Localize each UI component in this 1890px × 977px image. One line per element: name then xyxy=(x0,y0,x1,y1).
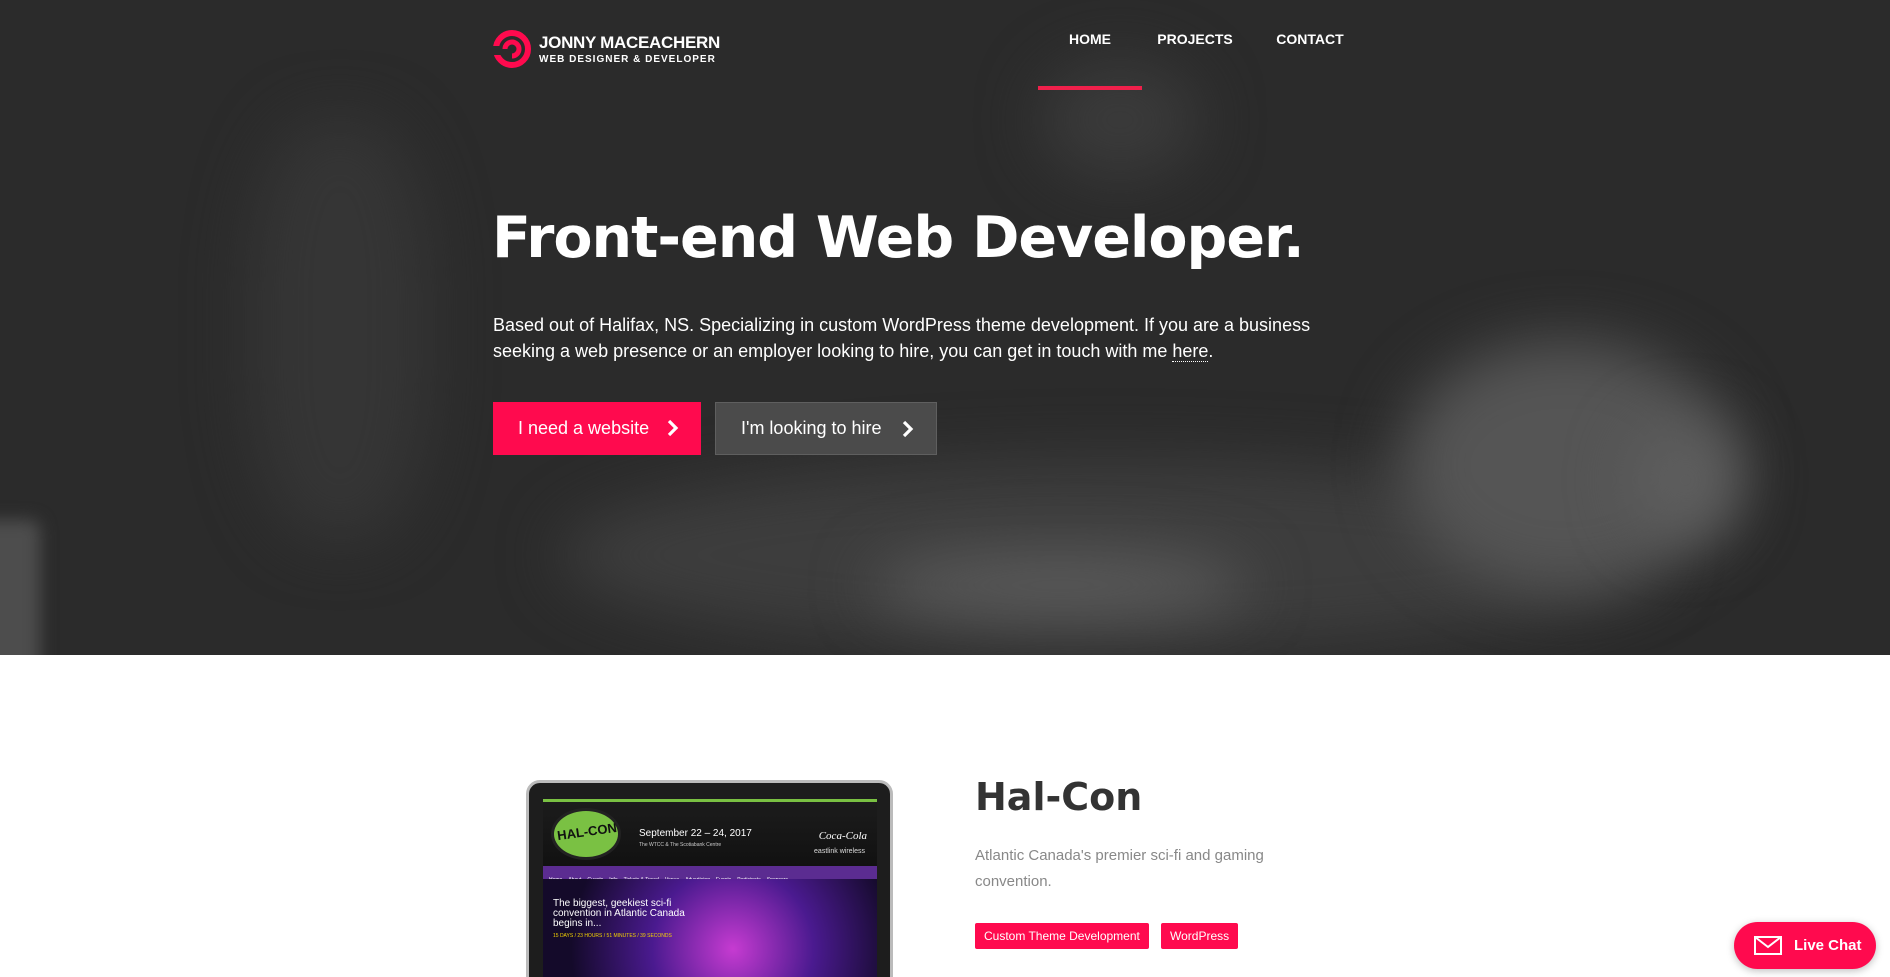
screenshot-sponsor-2: eastlink wireless xyxy=(814,848,865,855)
site-logo[interactable]: JONNY MACEACHERN WEB DESIGNER & DEVELOPE… xyxy=(493,28,720,70)
project-tag[interactable]: Custom Theme Development xyxy=(975,923,1149,949)
background-blur xyxy=(250,120,430,540)
project-description: Atlantic Canada's premier sci-fi and gam… xyxy=(975,847,1264,890)
screenshot-date: September 22 – 24, 2017 xyxy=(639,828,752,839)
screenshot-sponsor: Coca-Cola xyxy=(818,830,867,842)
live-chat-button[interactable]: Live Chat xyxy=(1734,922,1876,969)
envelope-icon xyxy=(1754,936,1782,955)
screenshot-headline: The biggest, geekiest sci-fi convention … xyxy=(553,898,685,929)
project-screenshot[interactable]: HAL-CON September 22 – 24, 2017 The WTCC… xyxy=(526,780,893,977)
hero-description-end: . xyxy=(1208,341,1214,361)
hero-title: Front-end Web Developer. xyxy=(492,205,1305,271)
background-blur xyxy=(0,520,40,655)
logo-swirl-icon xyxy=(493,30,531,68)
hero-section: JONNY MACEACHERN WEB DESIGNER & DEVELOPE… xyxy=(0,0,1890,655)
contact-here-link[interactable]: here xyxy=(1172,341,1209,362)
nav-item-contact[interactable]: CONTACT xyxy=(1248,0,1372,90)
chevron-right-icon xyxy=(667,419,679,437)
screenshot-header: HAL-CON September 22 – 24, 2017 The WTCC… xyxy=(543,799,877,866)
project-tag[interactable]: WordPress xyxy=(1161,923,1239,949)
chevron-right-icon xyxy=(902,420,914,438)
nav-item-home[interactable]: HOME xyxy=(1038,0,1142,90)
looking-to-hire-button[interactable]: I'm looking to hire xyxy=(715,402,937,455)
screenshot-nav: HomeAboutGuestsInfoTickets & TravelVenue… xyxy=(543,866,877,883)
laptop-screen: HAL-CON September 22 – 24, 2017 The WTCC… xyxy=(543,799,877,977)
screenshot-venue: The WTCC & The Scotiabank Centre xyxy=(639,842,722,848)
need-website-button[interactable]: I need a website xyxy=(493,402,701,455)
project-title[interactable]: Hal-Con xyxy=(975,775,1142,819)
screenshot-countdown: 15 DAYS / 23 HOURS / 51 MINUTES / 39 SEC… xyxy=(553,933,672,939)
hero-description: Based out of Halifax, NS. Specializing i… xyxy=(493,312,1373,364)
background-blur xyxy=(1630,420,1740,540)
need-website-label: I need a website xyxy=(518,418,650,438)
looking-to-hire-label: I'm looking to hire xyxy=(741,418,882,438)
background-blur xyxy=(870,550,1250,620)
brand-name: JONNY MACEACHERN xyxy=(539,33,720,52)
main-nav: HOME PROJECTS CONTACT xyxy=(1038,0,1372,90)
brand-tagline: WEB DESIGNER & DEVELOPER xyxy=(539,54,716,65)
nav-item-projects[interactable]: PROJECTS xyxy=(1142,0,1248,90)
live-chat-label: Live Chat xyxy=(1794,937,1862,954)
